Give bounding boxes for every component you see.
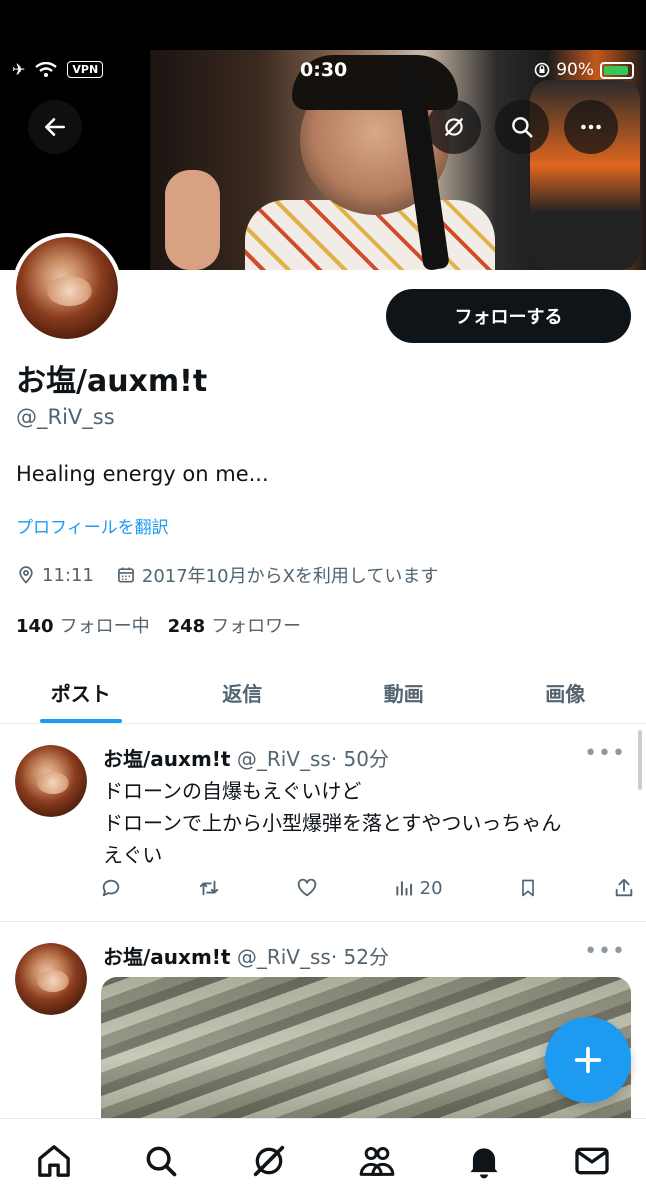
notifications-icon <box>470 1148 498 1179</box>
reply-button[interactable] <box>100 877 122 899</box>
grok-icon <box>253 1145 285 1177</box>
repost-icon <box>200 880 219 896</box>
bottom-nav <box>0 1118 646 1200</box>
post-header: お塩/auxm!t @_RiV_ss· 52分 <box>103 941 389 970</box>
status-bar-left: ✈ VPN <box>12 60 104 79</box>
search-icon <box>147 1146 177 1177</box>
followers-link[interactable]: 248 フォロワー <box>168 612 302 638</box>
following-count: 140 <box>16 616 54 637</box>
nav-communities[interactable] <box>347 1139 407 1183</box>
compose-post-button[interactable] <box>545 1017 631 1103</box>
post-text: ドローンの自爆もえぐいけど ドローンで上から小型爆弾を落とすやついっちゃん えぐ… <box>103 779 562 867</box>
post-handle: @_RiV_ss <box>236 747 331 771</box>
banner-thumb <box>165 170 220 270</box>
search-icon <box>512 117 533 138</box>
more-icon <box>581 124 601 130</box>
home-icon <box>37 1145 70 1177</box>
share-icon <box>615 878 633 897</box>
user-handle: @_RiV_ss <box>16 405 115 429</box>
tab-replies[interactable]: 返信 <box>162 662 324 723</box>
back-button[interactable] <box>28 100 82 154</box>
tab-posts[interactable]: ポスト <box>0 662 162 723</box>
profile-bio: Healing energy on me... <box>16 462 269 486</box>
location-text: 11:11 <box>42 564 94 586</box>
avatar-image <box>16 237 118 339</box>
nav-messages[interactable] <box>562 1139 622 1183</box>
joined-text: 2017年10月からXを利用しています <box>141 566 439 587</box>
post-time[interactable]: · 50分 <box>331 747 389 771</box>
profile-avatar[interactable] <box>12 233 122 343</box>
like-button[interactable] <box>296 877 318 899</box>
airplane-icon: ✈ <box>12 60 26 79</box>
post-time[interactable]: · 52分 <box>331 945 389 969</box>
post-actions: 20 <box>100 877 635 899</box>
profile-meta: 11:11 2017年10月からXを利用しています <box>16 562 460 588</box>
status-time: 0:30 <box>300 59 348 81</box>
communities-icon <box>359 1147 395 1176</box>
post-more-button[interactable]: ••• <box>584 741 626 766</box>
bookmark-button[interactable] <box>518 877 538 899</box>
follow-button[interactable]: フォローする <box>386 289 631 343</box>
more-button[interactable] <box>564 100 618 154</box>
grok-button[interactable] <box>427 100 481 154</box>
post[interactable]: お塩/auxm!t @_RiV_ss· 50分 ••• ドローンの自爆もえぐいけ… <box>0 725 646 922</box>
follow-stats: 140 フォロー中 248 フォロワー <box>16 612 301 638</box>
orientation-lock-icon <box>534 62 550 78</box>
translate-profile-link[interactable]: プロフィールを翻訳 <box>16 513 169 538</box>
status-bar-right: 90% <box>534 60 634 80</box>
followers-count: 248 <box>167 616 206 637</box>
tab-images[interactable]: 画像 <box>485 662 646 723</box>
post-avatar-image <box>15 745 87 817</box>
nav-notifications[interactable] <box>454 1139 514 1183</box>
status-bar: ✈ VPN 0:30 90% <box>0 58 646 88</box>
following-link[interactable]: 140 フォロー中 <box>16 612 150 638</box>
joined-item: 2017年10月からXを利用しています <box>116 562 439 588</box>
location-pin-icon <box>19 566 33 584</box>
post-avatar[interactable] <box>15 745 87 817</box>
wifi-icon <box>35 61 58 77</box>
plus-icon <box>574 1046 602 1074</box>
back-arrow-icon <box>45 118 65 136</box>
reply-icon <box>102 879 120 897</box>
messages-icon <box>575 1147 609 1175</box>
heart-icon <box>298 878 317 897</box>
repost-button[interactable] <box>197 877 221 899</box>
grok-icon <box>445 118 463 136</box>
nav-search[interactable] <box>131 1139 191 1183</box>
post-avatar-image <box>15 943 87 1015</box>
battery-percent: 90% <box>556 60 594 80</box>
location-item: 11:11 <box>16 565 94 586</box>
post-author[interactable]: お塩/auxm!t <box>103 747 230 771</box>
post-handle: @_RiV_ss <box>236 945 331 969</box>
views-button[interactable]: 20 <box>394 877 443 899</box>
profile-tabs: ポスト 返信 動画 画像 <box>0 662 646 724</box>
profile-banner[interactable] <box>0 0 646 270</box>
followers-label: フォロワー <box>211 616 302 637</box>
analytics-icon <box>395 881 412 896</box>
post-header: お塩/auxm!t @_RiV_ss· 50分 <box>103 743 389 772</box>
views-count: 20 <box>419 877 443 899</box>
battery-charging-icon <box>600 61 634 79</box>
post-author[interactable]: お塩/auxm!t <box>103 945 230 969</box>
nav-home[interactable] <box>24 1139 84 1183</box>
nav-grok[interactable] <box>239 1139 299 1183</box>
calendar-icon <box>117 567 134 583</box>
post-more-button[interactable]: ••• <box>584 939 626 964</box>
search-button[interactable] <box>495 100 549 154</box>
tab-videos[interactable]: 動画 <box>323 662 485 723</box>
following-label: フォロー中 <box>59 616 150 637</box>
display-name: お塩/auxm!t <box>16 364 208 399</box>
bookmark-icon <box>521 879 534 897</box>
post-avatar[interactable] <box>15 943 87 1015</box>
vpn-badge: VPN <box>67 61 104 78</box>
post[interactable]: お塩/auxm!t @_RiV_ss· 52分 ••• <box>0 923 646 1118</box>
share-button[interactable] <box>613 877 635 899</box>
